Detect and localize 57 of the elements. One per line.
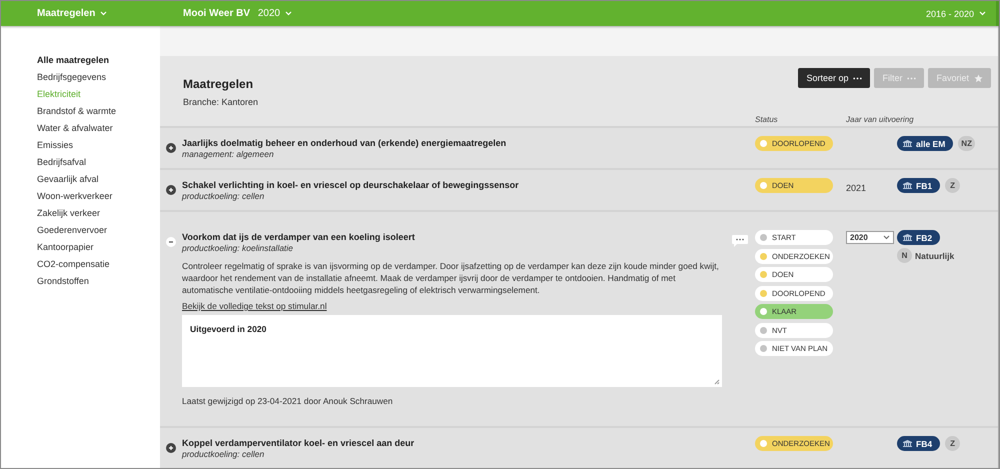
code-tag: alle EM xyxy=(897,136,954,151)
sidebar-item[interactable]: CO2-compensatie xyxy=(37,256,110,273)
dots-icon xyxy=(907,76,916,80)
chevron-down-icon xyxy=(285,11,292,16)
code-tag: FB4 xyxy=(897,436,940,451)
year-label: 2021 xyxy=(846,183,866,193)
measure-title: Koppel verdamperventilator koel- en vriescel aan deur xyxy=(182,437,416,449)
resize-handle-icon[interactable] xyxy=(714,379,720,385)
measure-title: Schakel verlichting in koel- en vriescel op deurschakelaar of bewegingssensor xyxy=(182,179,520,191)
sidebar-heading[interactable]: Alle maatregelen xyxy=(37,52,110,69)
expand-icon[interactable] xyxy=(166,443,176,453)
measure-category: productkoeling: cellen xyxy=(182,449,266,460)
building-icon xyxy=(903,440,912,447)
tag-label: Natuurlijk xyxy=(915,250,954,260)
sidebar-item[interactable]: Zakelijk verkeer xyxy=(37,205,100,222)
read-more-link[interactable]: Bekijk de volledige tekst op stimular.nl xyxy=(182,300,327,312)
collapse-icon[interactable] xyxy=(166,237,176,247)
measure-title: Jaarlijks doelmatig beheer en onderhoud van (erkende) energiemaatregelen xyxy=(182,137,508,149)
sidebar-item[interactable]: Gevaarlijk afval xyxy=(37,171,99,188)
expand-icon[interactable] xyxy=(166,143,176,153)
measure-category: productkoeling: koelinstallatie xyxy=(182,243,294,254)
sidebar-item[interactable]: Goederenvervoer xyxy=(37,222,108,239)
sidebar-item[interactable]: Water & afvalwater xyxy=(37,120,113,137)
branch-label: Branche: Kantoren xyxy=(183,97,258,107)
page-title: Maatregelen xyxy=(183,77,254,91)
building-icon xyxy=(903,182,912,189)
sort-button[interactable]: Sorteer op xyxy=(798,68,870,88)
code-tag: FB2 xyxy=(897,230,940,245)
chevron-down-icon xyxy=(100,11,108,16)
measure-category: productkoeling: cellen xyxy=(182,191,266,202)
letter-tag: Z xyxy=(945,178,960,193)
modified-label: Laatst gewijzigd op 23-04-2021 door Anouk Schrauwen xyxy=(182,396,394,406)
letter-tag: N xyxy=(897,248,912,263)
letter-tag: Z xyxy=(945,436,960,451)
sidebar-item[interactable]: Emissies xyxy=(37,137,74,154)
building-icon xyxy=(903,140,912,147)
chevron-down-icon xyxy=(883,235,890,240)
chevron-down-icon xyxy=(979,11,986,16)
year-select[interactable]: 2020 xyxy=(846,231,894,244)
sidebar-item[interactable]: Bedrijfsafval xyxy=(37,154,86,171)
sidebar-item[interactable]: Brandstof & warmte xyxy=(37,103,116,120)
notes-field[interactable]: Uitgevoerd in 2020 xyxy=(182,315,722,387)
measure-title: Voorkom dat ijs de verdamper van een koeling isoleert xyxy=(182,231,416,243)
column-header: Jaar van uitvoering xyxy=(846,115,914,126)
column-header: Status xyxy=(755,115,779,126)
building-icon xyxy=(903,234,912,241)
letter-tag: NZ xyxy=(958,136,975,151)
star-icon xyxy=(974,74,983,82)
code-tag: FB1 xyxy=(897,178,940,193)
sidebar-item[interactable]: Bedrijfsgegevens xyxy=(37,69,106,86)
measure-category: management: algemeen xyxy=(182,149,275,160)
dots-icon xyxy=(853,76,862,80)
description-text: Controleer regelmatig of sprake is van ijsvorming op de verdamper. Door ijsafzetting op de verdamper kan deze zijn koude minder goed kwijt, waardoor het rendement van de installatie afneemt. Maak de verdamper ijsvrij door de verdamper te ontdooien. Handmatig of met automatische ventilatie-ontdooiing middels heetgasregeling of elektrisch verwarmingselement. xyxy=(182,260,720,296)
sidebar-item[interactable]: Woon-werkverkeer xyxy=(37,188,112,205)
sidebar-item[interactable]: Grondstoffen xyxy=(37,273,89,290)
sidebar-item[interactable]: Kantoorpapier xyxy=(37,239,94,256)
expand-icon[interactable] xyxy=(166,185,176,195)
